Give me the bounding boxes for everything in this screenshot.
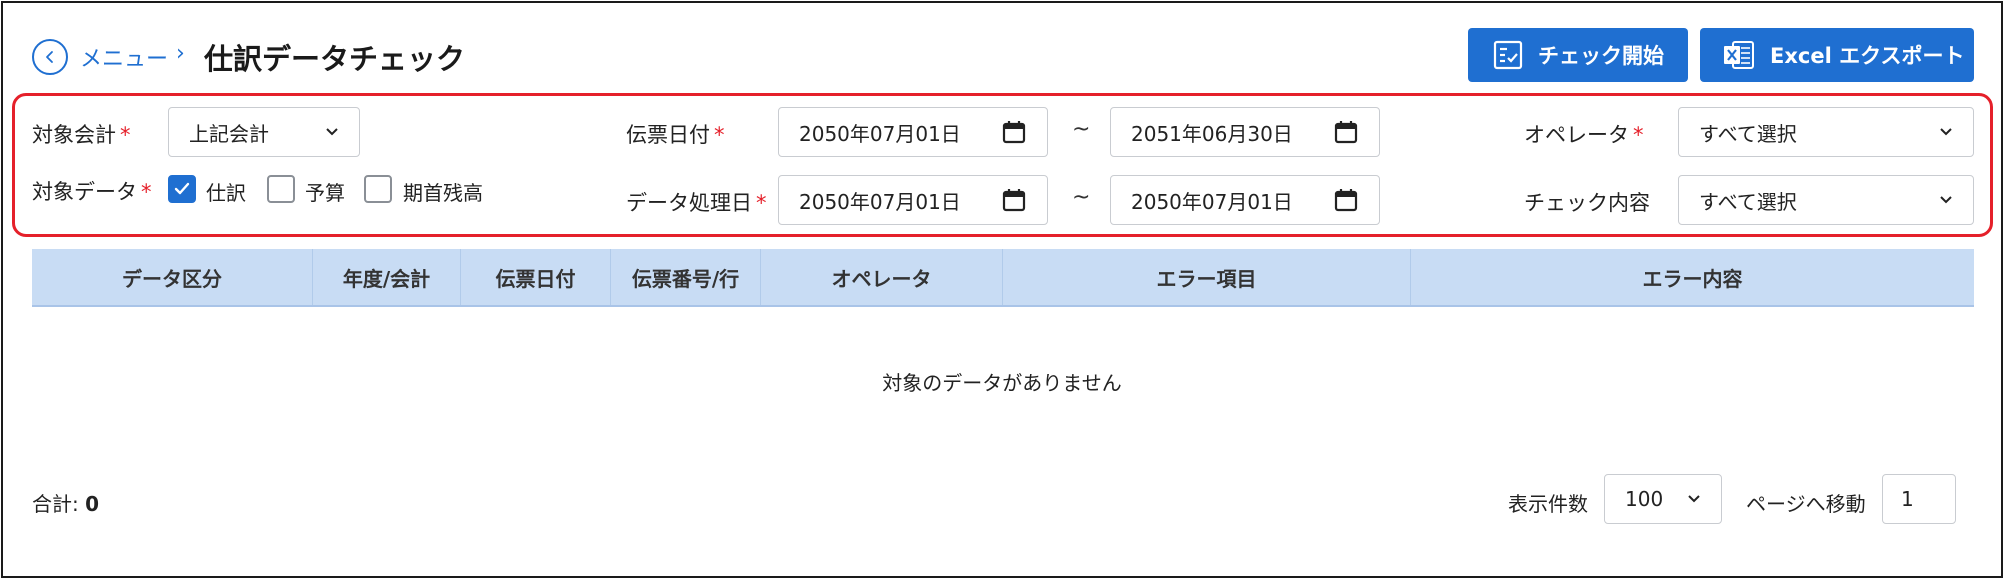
check-content-label: チェック内容	[1524, 191, 1650, 215]
check-start-button[interactable]: チェック開始	[1468, 28, 1688, 82]
operator-select[interactable]: すべて選択	[1678, 107, 1974, 157]
required-mark: *	[714, 123, 725, 147]
breadcrumb-separator: ›	[176, 41, 185, 66]
processing-date-to-value: 2050年07月01日	[1131, 189, 1293, 214]
back-button[interactable]	[32, 39, 68, 75]
chevron-down-icon	[1939, 127, 1953, 137]
required-mark: *	[141, 180, 152, 204]
breadcrumb-menu-link[interactable]: メニュー	[80, 41, 168, 73]
chevron-left-icon	[46, 51, 53, 63]
goto-page-input[interactable]: 1	[1882, 474, 1956, 524]
processing-date-from-value: 2050年07月01日	[799, 189, 961, 214]
column-header-fiscal-year[interactable]: 年度/会計	[313, 249, 461, 305]
check-content-value: すべて選択	[1699, 189, 1797, 214]
check-start-label: チェック開始	[1538, 44, 1664, 68]
budget-checkbox-label: 予算	[305, 181, 345, 205]
total-value: 0	[85, 492, 100, 516]
opening-balance-checkbox[interactable]	[364, 175, 392, 203]
column-header-data-type[interactable]: データ区分	[32, 249, 313, 305]
checklist-icon	[1492, 39, 1524, 71]
calendar-icon[interactable]	[1001, 119, 1027, 145]
target-accounting-value: 上記会計	[189, 121, 269, 146]
target-accounting-select[interactable]: 上記会計	[168, 107, 360, 157]
check-icon	[174, 182, 190, 195]
calendar-icon[interactable]	[1333, 119, 1359, 145]
journal-checkbox-label: 仕訳	[206, 181, 246, 205]
total-label: 合計:	[32, 492, 79, 516]
column-header-operator[interactable]: オペレータ	[761, 249, 1003, 305]
range-separator: ~	[1072, 117, 1091, 142]
opening-balance-checkbox-label: 期首残高	[403, 181, 483, 205]
processing-date-label: データ処理日 *	[626, 191, 767, 215]
processing-date-to-input[interactable]: 2050年07月01日	[1110, 175, 1380, 225]
excel-icon	[1722, 38, 1756, 72]
goto-page-label: ページへ移動	[1746, 492, 1866, 516]
journal-checkbox[interactable]	[168, 175, 196, 203]
total-count: 合計: 0	[32, 488, 99, 517]
budget-checkbox[interactable]	[267, 175, 295, 203]
check-content-select[interactable]: すべて選択	[1678, 175, 1974, 225]
page-size-select[interactable]: 100	[1604, 474, 1722, 524]
column-header-slip-date[interactable]: 伝票日付	[461, 249, 611, 305]
required-mark: *	[120, 123, 131, 147]
empty-table-message: 対象のデータがありません	[882, 371, 1122, 395]
excel-export-button[interactable]: Excel エクスポート	[1700, 28, 1974, 82]
excel-export-label: Excel エクスポート	[1770, 44, 1965, 68]
required-mark: *	[1633, 123, 1644, 147]
calendar-icon[interactable]	[1001, 187, 1027, 213]
operator-label: オペレータ *	[1524, 123, 1644, 147]
target-data-label: 対象データ *	[32, 180, 152, 204]
slip-date-to-value: 2051年06月30日	[1131, 121, 1293, 146]
page-title: 仕訳データチェック	[204, 42, 466, 76]
chevron-down-icon	[1939, 195, 1953, 205]
column-header-slip-number[interactable]: 伝票番号/行	[611, 249, 761, 305]
slip-date-label: 伝票日付 *	[626, 123, 725, 147]
column-header-error-item[interactable]: エラー項目	[1003, 249, 1411, 305]
page-size-label: 表示件数	[1508, 492, 1588, 516]
chevron-down-icon	[1687, 494, 1701, 504]
chevron-down-icon	[325, 127, 339, 137]
required-mark: *	[756, 191, 767, 215]
column-header-error-content[interactable]: エラー内容	[1411, 249, 1974, 305]
slip-date-from-value: 2050年07月01日	[799, 121, 961, 146]
calendar-icon[interactable]	[1333, 187, 1359, 213]
slip-date-from-input[interactable]: 2050年07月01日	[778, 107, 1048, 157]
table-header: データ区分 年度/会計 伝票日付 伝票番号/行 オペレータ エラー項目 エラー内…	[32, 249, 1974, 307]
slip-date-to-input[interactable]: 2051年06月30日	[1110, 107, 1380, 157]
operator-value: すべて選択	[1699, 121, 1797, 146]
target-accounting-label: 対象会計 *	[32, 123, 131, 147]
processing-date-from-input[interactable]: 2050年07月01日	[778, 175, 1048, 225]
page-size-value: 100	[1625, 487, 1664, 511]
goto-page-value: 1	[1901, 487, 1914, 511]
range-separator: ~	[1072, 185, 1091, 210]
